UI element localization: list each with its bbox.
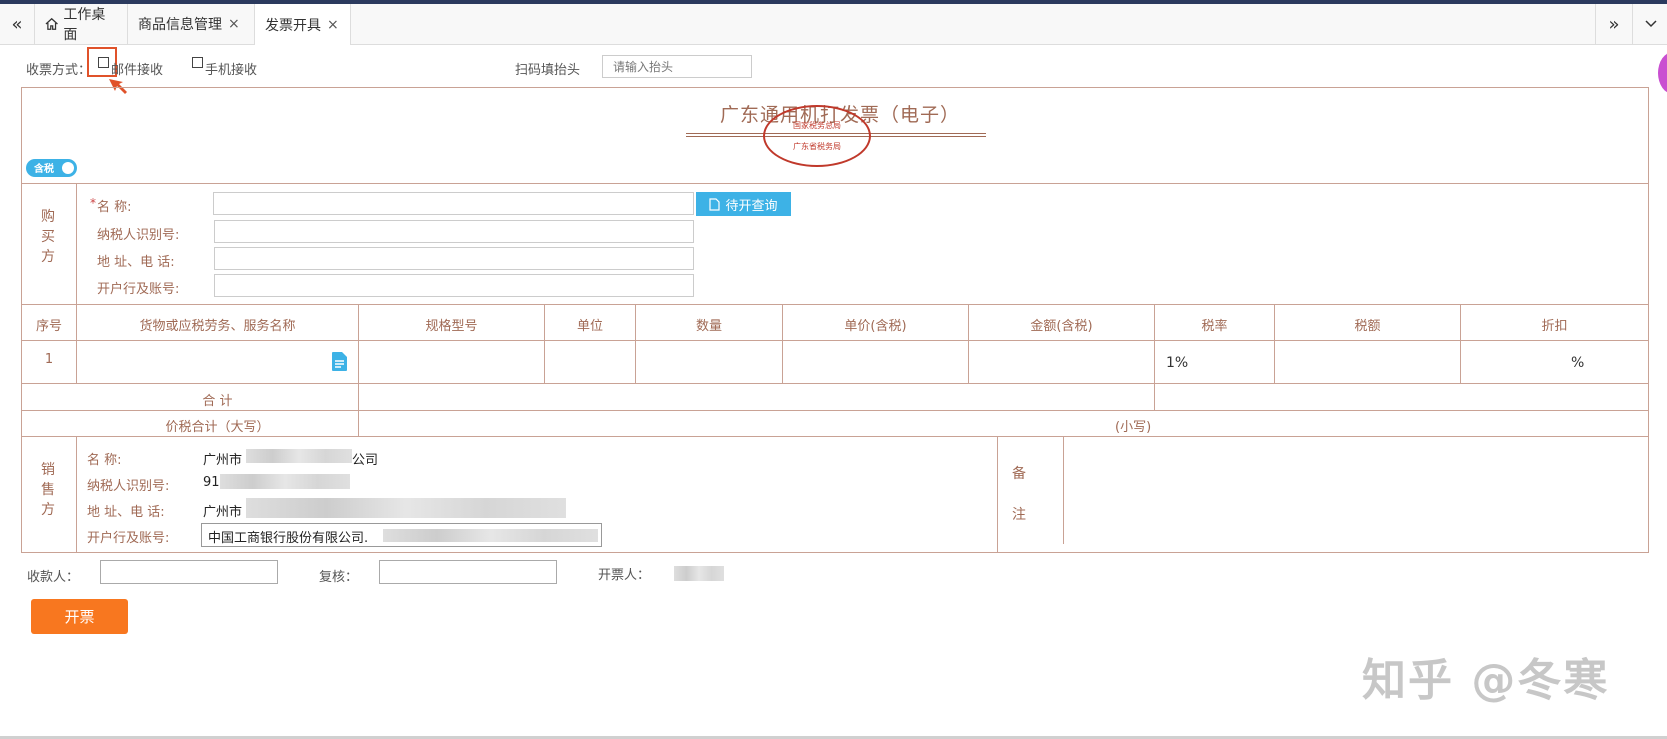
redacted-text <box>674 566 724 581</box>
notes-label-top: 备 <box>1012 466 1026 482</box>
tab-scroll-left-button[interactable]: « <box>0 4 35 44</box>
chevron-down-icon <box>1644 20 1657 28</box>
issue-invoice-label: 开票 <box>64 608 95 626</box>
divider <box>997 436 998 553</box>
seller-side-label: 销售方 <box>41 462 55 518</box>
tax-included-toggle[interactable]: 含税 <box>26 159 77 177</box>
toggle-label: 含税 <box>34 164 54 175</box>
divider <box>21 183 1649 184</box>
divider <box>21 340 1649 341</box>
watermark: 知乎 @冬寒 <box>1362 655 1610 706</box>
email-receive-checkbox[interactable] <box>98 57 109 68</box>
seller-taxid-label: 纳税人识别号: <box>87 479 170 494</box>
buyer-address-input[interactable] <box>214 247 694 270</box>
goods-picker-icon[interactable] <box>331 351 348 372</box>
home-icon <box>45 17 58 30</box>
tab-label: 发票开具 <box>265 17 321 34</box>
divider <box>21 410 1649 411</box>
tab-label: 工作桌面 <box>63 7 106 43</box>
seller-address-value: 广州市 <box>203 505 243 520</box>
seller-name-label: 名 称: <box>87 453 122 468</box>
header-goods-name: 货物或应税劳务、服务名称 <box>139 319 296 334</box>
divider <box>21 383 1649 384</box>
stamp-line: 国家税务总局 <box>793 121 841 130</box>
phone-receive-label: 手机接收 <box>205 63 258 78</box>
notes-label-bottom: 注 <box>1012 507 1026 523</box>
divider <box>76 436 77 553</box>
floating-assistant-button[interactable] <box>1658 52 1667 94</box>
chevron-double-right-icon: » <box>1608 13 1620 35</box>
header-index: 序号 <box>35 319 62 334</box>
issue-invoice-button[interactable]: 开票 <box>31 599 128 634</box>
seller-bank-input[interactable]: 中国工商银行股份有限公司. <box>201 523 602 547</box>
payee-input[interactable] <box>100 560 278 584</box>
row-index: 1 <box>44 352 54 367</box>
redacted-text <box>246 498 566 518</box>
header-spec: 规格型号 <box>425 319 478 334</box>
payee-label: 收款人： <box>27 570 80 585</box>
title-input[interactable]: 请输入抬头 <box>602 55 752 78</box>
seller-name-value: 广州市 <box>203 453 243 468</box>
buyer-taxid-input[interactable] <box>214 220 694 243</box>
email-receive-label: 邮件接收 <box>111 63 164 78</box>
row-discount-unit: % <box>1571 355 1585 371</box>
scan-title-label: 扫码填抬头 <box>515 63 581 78</box>
buyer-address-label: 地 址、电 话: <box>97 255 175 270</box>
tab-label: 商品信息管理 <box>138 17 222 33</box>
stamp-line: 广东省税务局 <box>793 142 841 151</box>
buyer-side-label: 购买方 <box>41 209 55 265</box>
notes-input[interactable] <box>1065 438 1647 543</box>
buyer-bank-input[interactable] <box>214 274 694 297</box>
header-discount: 折扣 <box>1541 319 1568 334</box>
reviewer-label: 复核： <box>319 570 359 585</box>
chevron-double-left-icon: « <box>11 13 23 35</box>
reviewer-input[interactable] <box>379 560 557 584</box>
seller-name-suffix: 公司 <box>352 453 379 468</box>
buyer-taxid-label: 纳税人识别号: <box>97 228 180 243</box>
header-tax-amount: 税额 <box>1354 319 1381 334</box>
seller-bank-value: 中国工商银行股份有限公司. <box>208 531 369 546</box>
total-label: 合 计 <box>202 394 233 409</box>
close-icon[interactable]: × <box>327 17 339 33</box>
tab-workbench[interactable]: 工作桌面 <box>35 4 128 44</box>
row-tax-rate[interactable]: 1% <box>1166 355 1188 371</box>
close-icon[interactable]: × <box>228 16 240 32</box>
tab-dropdown-button[interactable] <box>1632 4 1667 44</box>
title-input-placeholder: 请输入抬头 <box>613 60 674 74</box>
pending-query-button[interactable]: 待开查询 <box>696 192 791 216</box>
toggle-knob <box>62 162 74 174</box>
header-unit-price: 单价(含税) <box>844 319 907 334</box>
tab-product-info[interactable]: 商品信息管理 × <box>128 4 255 44</box>
redacted-text <box>220 474 350 489</box>
tab-scroll-right-button[interactable]: » <box>1595 4 1632 44</box>
seller-address-label: 地 址、电 话: <box>87 505 165 520</box>
phone-receive-checkbox[interactable] <box>192 57 203 68</box>
header-unit: 单位 <box>576 319 603 334</box>
required-mark: * <box>90 196 96 210</box>
header-tax-rate: 税率 <box>1201 319 1228 334</box>
tab-invoice-issue[interactable]: 发票开具 × <box>255 4 351 45</box>
buyer-name-label: 名 称: <box>97 200 132 215</box>
redacted-text <box>383 529 598 542</box>
buyer-name-input[interactable] <box>213 192 694 215</box>
document-icon <box>709 197 721 211</box>
redacted-text <box>246 449 352 463</box>
seller-taxid-value: 91 <box>203 475 220 490</box>
header-quantity: 数量 <box>695 319 722 334</box>
divider <box>1063 436 1064 544</box>
tax-stamp: 国家税务总局 广东省税务局 <box>763 105 871 167</box>
divider <box>21 304 1649 305</box>
divider <box>76 183 77 304</box>
grand-total-label: 价税合计（大写） <box>165 420 270 435</box>
header-amount: 金额(含税) <box>1030 319 1093 334</box>
drawer-label: 开票人： <box>598 568 651 583</box>
seller-bank-label: 开户行及账号: <box>87 531 170 546</box>
divider <box>21 436 1649 437</box>
buyer-bank-label: 开户行及账号: <box>97 282 180 297</box>
receipt-method-label: 收票方式： <box>26 63 92 78</box>
pending-query-label: 待开查询 <box>725 198 778 214</box>
grand-total-small-label: (小写) <box>1115 420 1152 435</box>
